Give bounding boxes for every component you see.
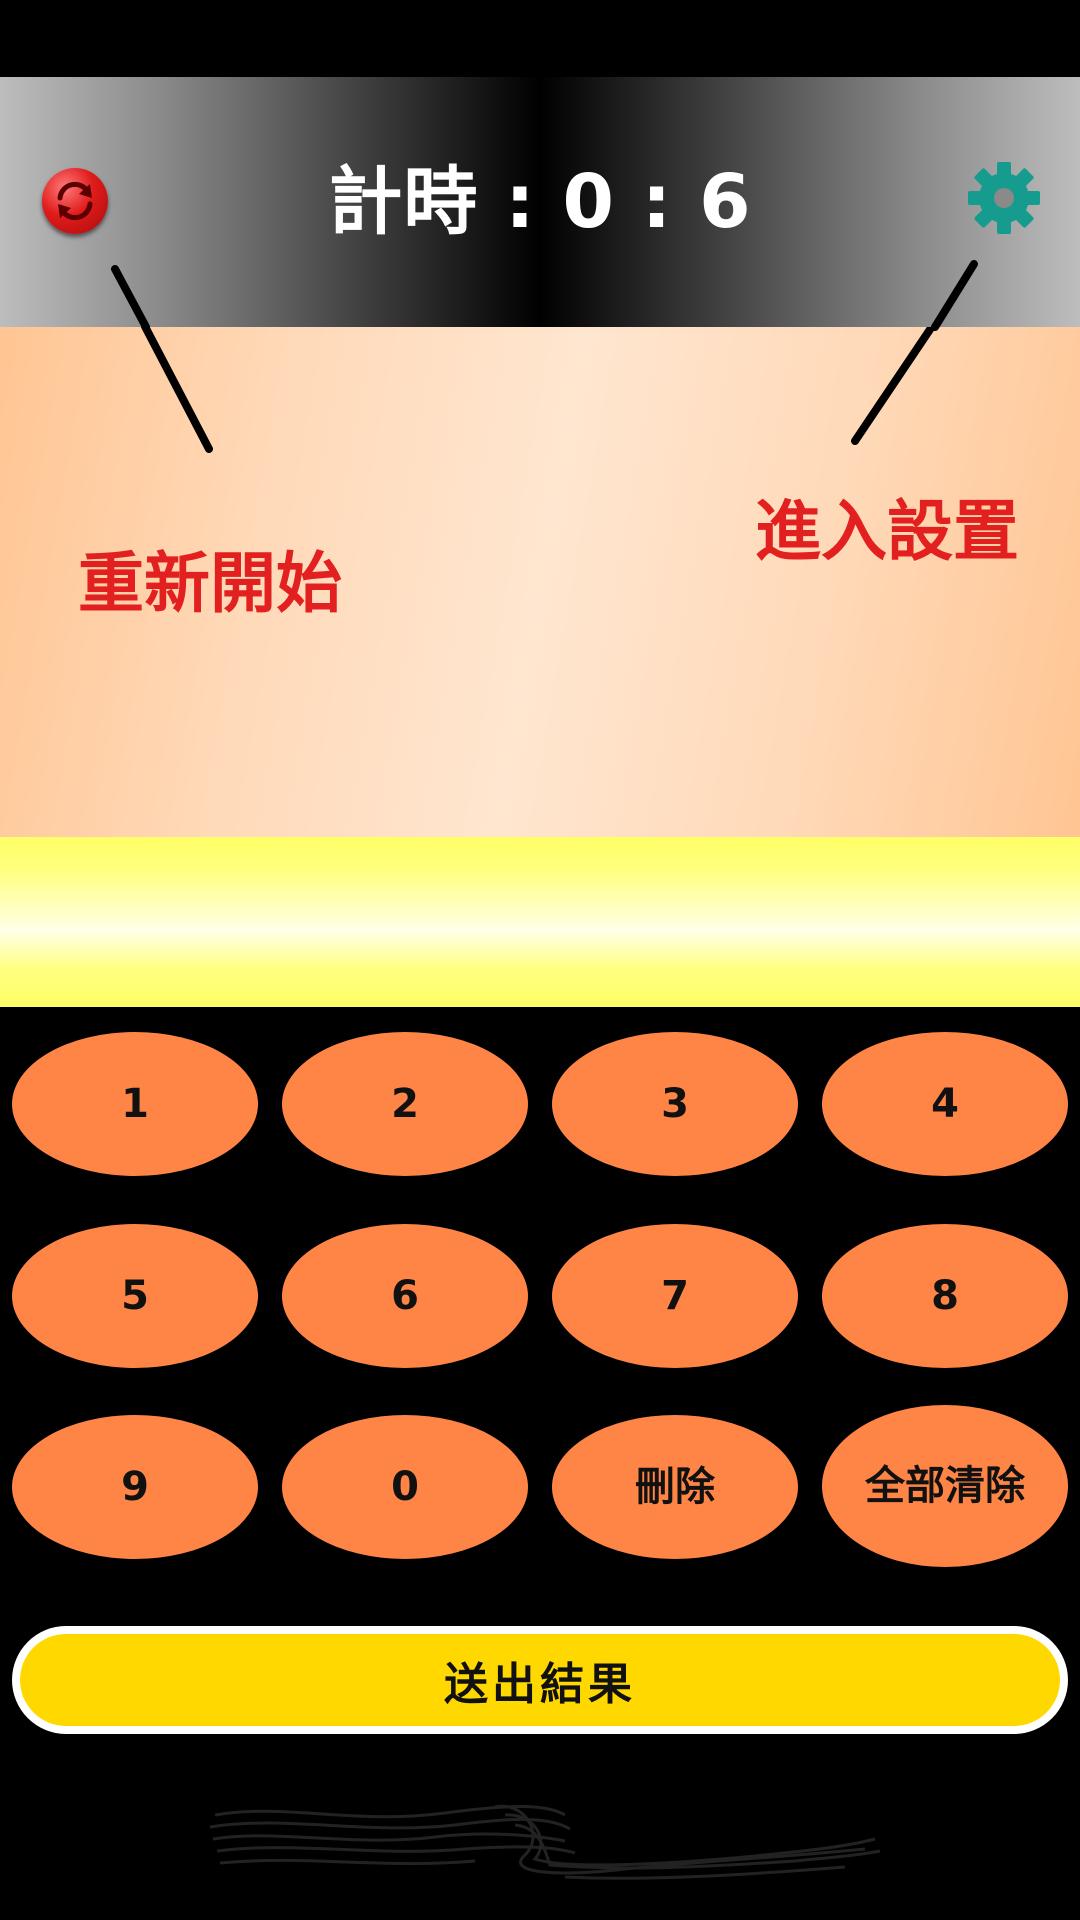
settings-hint: 進入設置 bbox=[755, 493, 1019, 570]
key-4[interactable]: 4 bbox=[822, 1032, 1068, 1176]
key-6[interactable]: 6 bbox=[282, 1224, 528, 1368]
key-2[interactable]: 2 bbox=[282, 1032, 528, 1176]
key-1[interactable]: 1 bbox=[12, 1032, 258, 1176]
submit-button[interactable]: 送出結果 bbox=[12, 1626, 1068, 1734]
gear-icon bbox=[968, 162, 1040, 234]
key-7[interactable]: 7 bbox=[552, 1224, 798, 1368]
restart-button[interactable] bbox=[42, 168, 108, 234]
clear-all-button[interactable]: 全部清除 bbox=[822, 1405, 1068, 1567]
settings-button[interactable] bbox=[966, 160, 1042, 236]
keypad: 1 2 3 4 5 6 7 8 9 0 刪除 全部清除 bbox=[0, 1007, 1080, 1607]
key-3[interactable]: 3 bbox=[552, 1032, 798, 1176]
settings-pointer-line bbox=[851, 327, 937, 445]
answer-display bbox=[0, 837, 1080, 1007]
key-9[interactable]: 9 bbox=[12, 1415, 258, 1559]
submit-label: 送出結果 bbox=[20, 1634, 1060, 1726]
restart-hint: 重新開始 bbox=[78, 545, 342, 622]
delete-button[interactable]: 刪除 bbox=[552, 1415, 798, 1559]
pointer-lines-upper bbox=[111, 260, 978, 331]
redaction-scribble bbox=[209, 1804, 881, 1880]
restart-pointer-line bbox=[140, 327, 213, 453]
key-8[interactable]: 8 bbox=[822, 1224, 1068, 1368]
restart-pointer-line-top bbox=[111, 265, 150, 331]
settings-pointer-line-top bbox=[931, 260, 978, 331]
status-bar bbox=[0, 0, 1080, 77]
key-5[interactable]: 5 bbox=[12, 1224, 258, 1368]
key-0[interactable]: 0 bbox=[282, 1415, 528, 1559]
refresh-icon bbox=[57, 181, 93, 221]
